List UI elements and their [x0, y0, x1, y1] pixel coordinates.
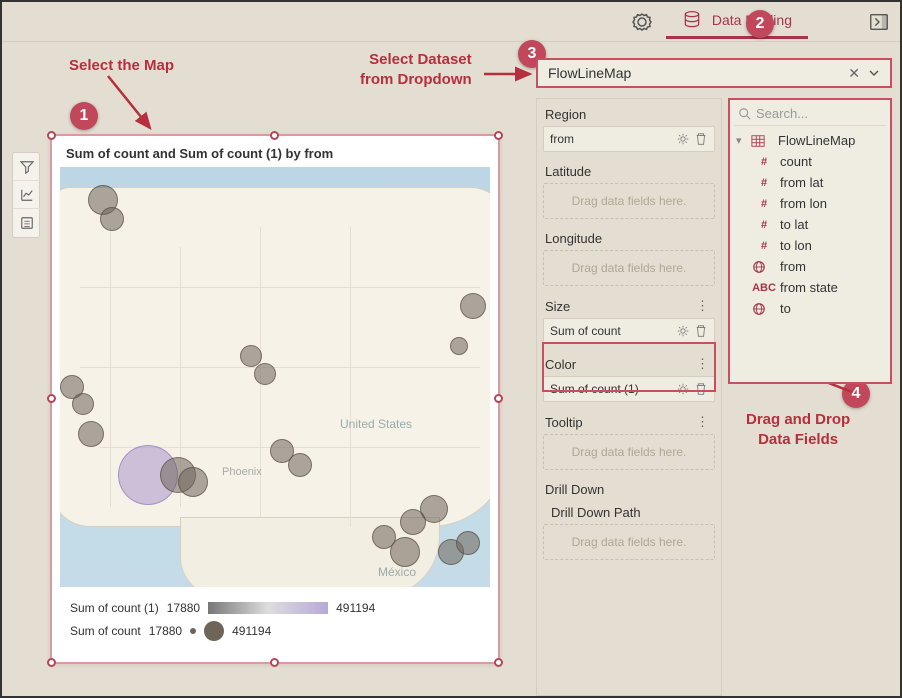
step-badge-2: 2: [746, 10, 774, 38]
binding-panel: Region from Latitude Drag data fields he…: [536, 98, 722, 696]
table-icon: [750, 134, 774, 148]
tooltip-dropzone[interactable]: Drag data fields here.: [543, 434, 715, 470]
legend-row1-name: Sum of count (1): [70, 601, 159, 615]
legend-row1-max: 491194: [336, 601, 375, 615]
legend-bubble-big-icon: [204, 621, 224, 641]
color-value: Sum of count (1): [550, 382, 639, 396]
data-binding-tab[interactable]: Data Binding: [666, 4, 808, 39]
tree-field-row[interactable]: # count: [734, 151, 886, 172]
trash-icon[interactable]: [694, 382, 708, 396]
latitude-dropzone[interactable]: Drag data fields here.: [543, 183, 715, 219]
fields-tree: Search... ▾ FlowLineMap #count#from lat#…: [728, 98, 892, 384]
region-field-pill[interactable]: from: [543, 126, 715, 152]
map-legend: Sum of count (1) 17880 491194 Sum of cou…: [52, 587, 498, 655]
filter-tool-icon[interactable]: [13, 153, 41, 181]
list-tool-icon[interactable]: [13, 209, 41, 237]
number-type-icon: #: [752, 177, 776, 189]
database-icon: [682, 10, 702, 30]
step-badge-1: 1: [70, 102, 98, 130]
step-badge-4: 4: [842, 380, 870, 408]
trash-icon[interactable]: [694, 132, 708, 146]
tooltip-label: Tooltip: [545, 415, 583, 430]
legend-gradient-icon: [208, 602, 328, 614]
number-type-icon: #: [752, 156, 776, 168]
tree-field-row[interactable]: # from lat: [734, 172, 886, 193]
country-label: United States: [340, 417, 412, 431]
drill-label: Drill Down: [545, 482, 604, 497]
legend-row2-max: 491194: [232, 624, 271, 638]
dataset-dropdown[interactable]: FlowLineMap ✕: [536, 58, 892, 88]
tree-field-row[interactable]: # to lat: [734, 214, 886, 235]
latitude-label: Latitude: [545, 164, 591, 179]
tree-field-label: to lat: [780, 217, 808, 232]
text-type-icon: ABC: [752, 282, 776, 294]
left-toolbar: [12, 152, 40, 238]
drill-sublabel: Drill Down Path: [543, 501, 715, 524]
color-label: Color: [545, 357, 576, 372]
size-field-pill[interactable]: Sum of count: [543, 318, 715, 344]
tree-field-label: from: [780, 259, 806, 274]
city-label: Phoenix: [222, 466, 262, 478]
tooltip-menu-icon[interactable]: ⋮: [692, 414, 713, 430]
size-menu-icon[interactable]: ⋮: [692, 298, 713, 314]
longitude-label: Longitude: [545, 231, 602, 246]
tree-field-row[interactable]: # from lon: [734, 193, 886, 214]
number-type-icon: #: [752, 198, 776, 210]
tree-field-label: to lon: [780, 238, 812, 253]
gear-icon[interactable]: [676, 324, 690, 338]
legend-row1-min: 17880: [167, 601, 200, 615]
region-label: Region: [545, 107, 586, 122]
chevron-down-icon[interactable]: [868, 67, 880, 79]
tree-table-row[interactable]: ▾ FlowLineMap: [734, 130, 886, 151]
map-widget[interactable]: Sum of count and Sum of count (1) by fro…: [50, 134, 500, 664]
size-value: Sum of count: [550, 324, 621, 338]
tree-field-row[interactable]: from: [734, 256, 886, 277]
tree-field-row[interactable]: to: [734, 298, 886, 319]
legend-row2-name: Sum of count: [70, 624, 141, 638]
annotation-drag-drop: Drag and Drop Data Fields: [746, 410, 850, 449]
tree-table-label: FlowLineMap: [778, 133, 855, 148]
map-title: Sum of count and Sum of count (1) by fro…: [52, 136, 498, 167]
search-icon: [738, 107, 752, 121]
collapse-panel-icon[interactable]: [868, 11, 890, 33]
tree-field-label: from state: [780, 280, 838, 295]
chevron-down-icon[interactable]: ▾: [736, 134, 750, 147]
trash-icon[interactable]: [694, 324, 708, 338]
globe-icon: [752, 260, 776, 274]
number-type-icon: #: [752, 219, 776, 231]
globe-icon: [752, 302, 776, 316]
annotation-select-dataset: Select Dataset from Dropdown: [360, 50, 472, 89]
gear-icon[interactable]: [676, 382, 690, 396]
tree-field-label: to: [780, 301, 791, 316]
longitude-dropzone[interactable]: Drag data fields here.: [543, 250, 715, 286]
size-label: Size: [545, 299, 570, 314]
tree-field-row[interactable]: ABC from state: [734, 277, 886, 298]
color-field-pill[interactable]: Sum of count (1): [543, 376, 715, 402]
annotation-select-map: Select the Map: [69, 56, 174, 76]
number-type-icon: #: [752, 240, 776, 252]
tree-field-row[interactable]: # to lon: [734, 235, 886, 256]
mexico-label: México: [378, 565, 416, 579]
search-placeholder: Search...: [756, 106, 808, 121]
region-value: from: [550, 132, 574, 146]
tree-field-label: count: [780, 154, 812, 169]
search-input[interactable]: Search...: [734, 102, 886, 126]
dataset-selected-label: FlowLineMap: [548, 65, 631, 81]
map-canvas[interactable]: United States Phoenix México: [60, 167, 490, 587]
chart-tool-icon[interactable]: [13, 181, 41, 209]
drill-dropzone[interactable]: Drag data fields here.: [543, 524, 715, 560]
settings-gear-icon[interactable]: [630, 10, 654, 34]
legend-bubble-small-icon: [190, 628, 196, 634]
gear-icon[interactable]: [676, 132, 690, 146]
clear-dataset-icon[interactable]: ✕: [848, 65, 860, 82]
tree-field-label: from lon: [780, 196, 827, 211]
color-menu-icon[interactable]: ⋮: [692, 356, 713, 372]
tree-field-label: from lat: [780, 175, 823, 190]
legend-row2-min: 17880: [149, 624, 182, 638]
